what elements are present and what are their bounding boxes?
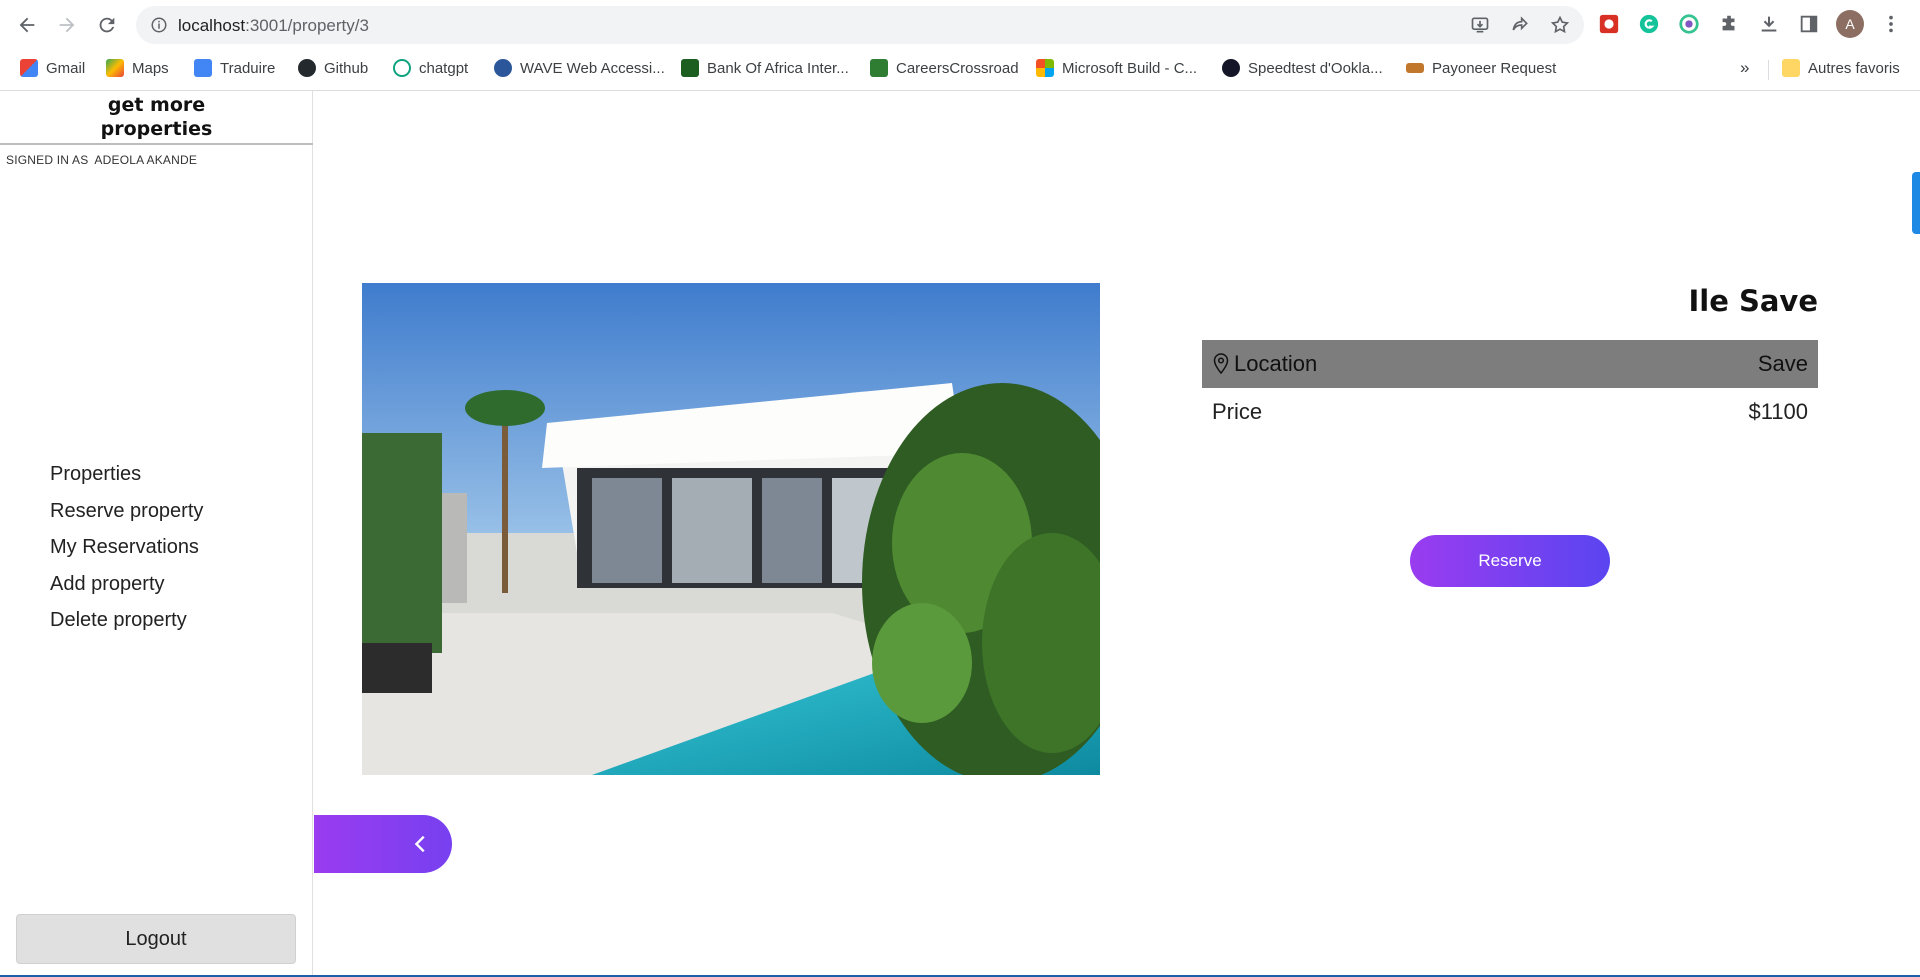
- translate-icon: [194, 59, 212, 77]
- price-value: $1100: [1748, 399, 1808, 424]
- side-edge-tab[interactable]: [1912, 172, 1920, 234]
- price-label: Price: [1212, 399, 1263, 424]
- grammarly-icon[interactable]: [1636, 11, 1662, 37]
- browser-menu-icon[interactable]: [1878, 11, 1904, 37]
- url-text: localhost:3001/property/3: [178, 16, 369, 35]
- bookmark-autres-favoris[interactable]: Autres favoris: [1782, 56, 1900, 80]
- location-pin-icon: [1213, 353, 1229, 375]
- bookmark-payoneer[interactable]: Payoneer Request: [1406, 56, 1556, 80]
- bookmarks-overflow-button[interactable]: »: [1740, 58, 1749, 78]
- chatgpt-icon: [393, 59, 411, 77]
- location-label: Location: [1234, 351, 1318, 376]
- share-icon[interactable]: [1508, 14, 1532, 36]
- install-app-icon[interactable]: [1468, 14, 1492, 36]
- bookmark-chatgpt[interactable]: chatgpt: [393, 56, 468, 80]
- back-arrow-icon[interactable]: [12, 10, 42, 40]
- location-value: Save: [1757, 351, 1808, 376]
- logout-button[interactable]: Logout: [16, 914, 296, 964]
- side-panel-icon[interactable]: [1796, 11, 1822, 37]
- bookmark-careerscrossroad[interactable]: CareersCrossroad: [870, 56, 1019, 80]
- speedtest-icon: [1222, 59, 1240, 77]
- reload-icon[interactable]: [92, 10, 122, 40]
- property-detail: Ile Save Location Save Price $1100 Reser…: [314, 91, 1920, 975]
- payoneer-icon: [1406, 63, 1424, 73]
- github-icon: [298, 59, 316, 77]
- bookmark-microsoft-build[interactable]: Microsoft Build - C...: [1036, 56, 1197, 80]
- careerscrossroad-icon: [870, 59, 888, 77]
- bookmark-gmail[interactable]: Gmail: [20, 56, 85, 80]
- maps-icon: [106, 59, 124, 77]
- signed-in-label: SIGNED IN AS: [6, 153, 89, 167]
- chevron-left-icon: [414, 835, 425, 853]
- browser-toolbar: localhost:3001/property/3 A: [0, 0, 1920, 50]
- signed-in-user: ADEOLA AKANDE: [94, 153, 198, 167]
- sidebar-item-delete-property[interactable]: Delete property: [50, 602, 203, 639]
- bookmark-star-icon[interactable]: [1548, 14, 1572, 36]
- bookmarks-divider: [1768, 60, 1769, 80]
- bookmark-speedtest[interactable]: Speedtest d'Ookla...: [1222, 56, 1383, 80]
- extensions-puzzle-icon[interactable]: [1716, 11, 1742, 37]
- site-info-icon[interactable]: [150, 16, 168, 34]
- bookmark-github[interactable]: Github: [298, 56, 368, 80]
- price-row: Price $1100: [1202, 388, 1818, 436]
- sidebar-item-add-property[interactable]: Add property: [50, 566, 203, 603]
- profile-avatar[interactable]: A: [1836, 10, 1864, 38]
- back-button[interactable]: [314, 815, 452, 873]
- reserve-button[interactable]: Reserve: [1410, 535, 1610, 587]
- property-photo: [362, 283, 1100, 775]
- downloads-icon[interactable]: [1756, 11, 1782, 37]
- folder-icon: [1782, 59, 1800, 77]
- brand-line-1: get more: [107, 94, 206, 116]
- gmail-icon: [20, 59, 38, 77]
- bookmark-bank-of-africa[interactable]: Bank Of Africa Inter...: [681, 56, 849, 80]
- location-row: Location Save: [1202, 340, 1818, 388]
- bookmark-traduire[interactable]: Traduire: [194, 56, 275, 80]
- sidebar-item-properties[interactable]: Properties: [50, 456, 203, 493]
- sidebar-item-my-reservations[interactable]: My Reservations: [50, 529, 203, 566]
- bookmark-maps[interactable]: Maps: [106, 56, 169, 80]
- property-info-table: Location Save Price $1100: [1202, 340, 1818, 436]
- sidebar-item-reserve-property[interactable]: Reserve property: [50, 493, 203, 530]
- bookmark-wave[interactable]: WAVE Web Accessi...: [494, 56, 665, 80]
- forward-arrow-icon[interactable]: [52, 10, 82, 40]
- microsoft-icon: [1036, 59, 1054, 77]
- brand-logo[interactable]: get more properties: [0, 91, 313, 145]
- sidebar-menu: Properties Reserve property My Reservati…: [50, 456, 203, 639]
- brand-line-2: properties: [100, 118, 213, 140]
- bookmarks-bar: Gmail Maps Traduire Github chatgpt WAVE …: [0, 52, 1920, 84]
- wave-icon: [494, 59, 512, 77]
- signed-in-status: SIGNED IN AS ADEOLA AKANDE: [6, 153, 197, 167]
- extension-green-circle-icon[interactable]: [1676, 11, 1702, 37]
- browser-chrome: localhost:3001/property/3 A Gmail Maps T…: [0, 0, 1920, 91]
- property-title: Ile Save: [1688, 284, 1818, 318]
- extension-red-icon[interactable]: [1596, 11, 1622, 37]
- sidebar: get more properties SIGNED IN AS ADEOLA A…: [0, 91, 313, 975]
- address-bar[interactable]: localhost:3001/property/3: [136, 6, 1584, 44]
- bank-of-africa-icon: [681, 59, 699, 77]
